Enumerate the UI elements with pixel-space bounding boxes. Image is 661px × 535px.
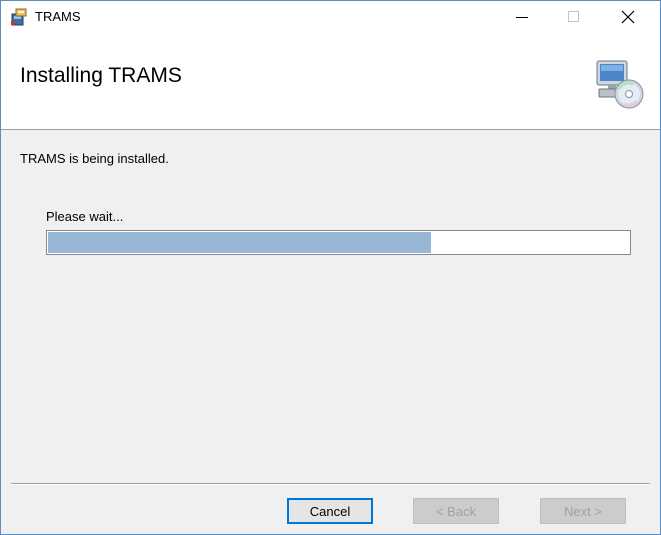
- installer-box-icon: [10, 8, 28, 26]
- minimize-icon: [516, 16, 528, 18]
- back-button[interactable]: < Back: [413, 498, 499, 524]
- header-banner: Installing TRAMS: [1, 32, 660, 130]
- page-title: Installing TRAMS: [20, 64, 182, 87]
- title-bar[interactable]: TRAMS: [1, 1, 660, 32]
- installer-window: TRAMS Installing TRAMS TRAMS is being in…: [0, 0, 661, 535]
- close-icon: [621, 10, 635, 23]
- computer-cd-icon: [593, 57, 645, 109]
- progress-fill: [48, 232, 431, 253]
- footer-divider-highlight: [11, 484, 650, 485]
- wait-label: Please wait...: [46, 209, 124, 224]
- maximize-button[interactable]: [551, 1, 597, 32]
- minimize-button[interactable]: [499, 1, 545, 32]
- close-button[interactable]: [605, 1, 651, 32]
- status-message: TRAMS is being installed.: [20, 151, 169, 166]
- next-button[interactable]: Next >: [540, 498, 626, 524]
- cancel-button[interactable]: Cancel: [287, 498, 373, 524]
- maximize-icon: [568, 10, 579, 22]
- window-title: TRAMS: [35, 9, 81, 24]
- install-progress-bar: [46, 230, 631, 255]
